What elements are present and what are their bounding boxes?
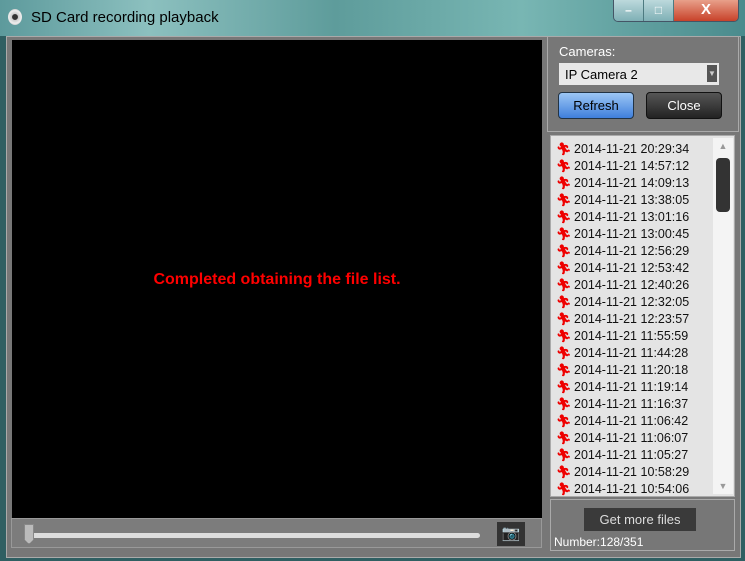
- running-man-icon: 🏃︎: [556, 192, 572, 207]
- file-list-item[interactable]: 🏃︎ 2014-11-21 11:05:27: [556, 446, 688, 463]
- file-list-item[interactable]: 🏃︎ 2014-11-21 12:32:05: [556, 293, 689, 310]
- file-timestamp: 2014-11-21 12:53:42: [574, 260, 690, 275]
- playback-bar: 📷: [11, 518, 542, 548]
- file-list-item[interactable]: 🏃︎ 2014-11-21 10:54:06: [556, 480, 690, 496]
- close-window-button[interactable]: X: [674, 0, 738, 21]
- file-list-item[interactable]: 🏃︎ 2014-11-21 11:06:42: [556, 412, 688, 429]
- title-bar[interactable]: SD Card recording playback – □ X: [0, 0, 745, 36]
- running-man-icon: 🏃︎: [556, 430, 572, 445]
- file-list-item[interactable]: 🏃︎ 2014-11-21 11:16:37: [556, 395, 688, 412]
- file-timestamp: 2014-11-21 13:01:16: [574, 209, 690, 224]
- running-man-icon: 🏃︎: [556, 481, 572, 496]
- file-timestamp: 2014-11-21 12:32:05: [574, 294, 690, 309]
- close-button[interactable]: Close: [646, 92, 722, 119]
- file-timestamp: 2014-11-21 20:29:34: [574, 141, 690, 156]
- running-man-icon: 🏃︎: [556, 294, 572, 309]
- file-list-item[interactable]: 🏃︎ 2014-11-21 11:44:28: [556, 344, 688, 361]
- window-title: SD Card recording playback: [31, 9, 219, 26]
- running-man-icon: 🏃︎: [556, 243, 572, 258]
- running-man-icon: 🏃︎: [556, 209, 572, 224]
- snapshot-camera-icon[interactable]: 📷: [497, 522, 525, 546]
- file-count: Number:128/351: [554, 535, 644, 549]
- running-man-icon: 🏃︎: [556, 311, 572, 326]
- file-list: ▲ ▼ 🏃︎ 2014-11-21 20:29:34 🏃︎ 2014-11-21 14…: [550, 135, 735, 497]
- running-man-icon: 🏃︎: [556, 413, 572, 428]
- file-list-item[interactable]: 🏃︎ 2014-11-21 12:56:29: [556, 242, 689, 259]
- file-timestamp: 2014-11-21 12:23:57: [574, 311, 690, 326]
- file-timestamp: 2014-11-21 11:16:37: [574, 396, 689, 411]
- file-timestamp: 2014-11-21 11:19:14: [574, 379, 689, 394]
- refresh-button[interactable]: Refresh: [558, 92, 634, 119]
- file-timestamp: 2014-11-21 12:40:26: [574, 277, 690, 292]
- camera-select-value: IP Camera 2: [565, 67, 638, 82]
- bottom-panel: Get more files Number:128/351: [550, 499, 735, 551]
- file-list-item[interactable]: 🏃︎ 2014-11-21 11:19:14: [556, 378, 688, 395]
- file-timestamp: 2014-11-21 13:00:45: [574, 226, 690, 241]
- camera-panel: Cameras: IP Camera 2 ▼ Refresh Close: [547, 36, 739, 132]
- file-timestamp: 2014-11-21 11:20:18: [574, 362, 689, 377]
- seek-track[interactable]: [28, 533, 480, 538]
- file-timestamp: 2014-11-21 11:44:28: [574, 345, 689, 360]
- running-man-icon: 🏃︎: [556, 379, 572, 394]
- file-timestamp: 2014-11-21 14:57:12: [574, 158, 690, 173]
- running-man-icon: 🏃︎: [556, 175, 572, 190]
- file-list-item[interactable]: 🏃︎ 2014-11-21 13:00:45: [556, 225, 689, 242]
- file-list-item[interactable]: 🏃︎ 2014-11-21 12:23:57: [556, 310, 689, 327]
- file-list-item[interactable]: 🏃︎ 2014-11-21 14:57:12: [556, 157, 689, 174]
- chevron-down-icon[interactable]: ▼: [707, 65, 717, 82]
- file-timestamp: 2014-11-21 11:06:07: [574, 430, 689, 445]
- file-timestamp: 2014-11-21 12:56:29: [574, 243, 690, 258]
- file-timestamp: 2014-11-21 14:09:13: [574, 175, 690, 190]
- seek-thumb[interactable]: [24, 524, 34, 544]
- file-timestamp: 2014-11-21 10:54:06: [574, 481, 690, 496]
- scroll-thumb[interactable]: [716, 158, 730, 212]
- file-list-item[interactable]: 🏃︎ 2014-11-21 20:29:34: [556, 140, 689, 157]
- running-man-icon: 🏃︎: [556, 464, 572, 479]
- running-man-icon: 🏃︎: [556, 447, 572, 462]
- list-scrollbar[interactable]: ▲ ▼: [713, 138, 733, 494]
- get-more-files-button[interactable]: Get more files: [584, 508, 696, 531]
- file-timestamp: 2014-11-21 11:55:59: [574, 328, 689, 343]
- scroll-down-icon[interactable]: ▼: [713, 478, 733, 494]
- minimize-button[interactable]: –: [614, 0, 644, 21]
- video-display: Completed obtaining the file list.: [12, 40, 542, 518]
- file-timestamp: 2014-11-21 11:05:27: [574, 447, 689, 462]
- file-list-item[interactable]: 🏃︎ 2014-11-21 10:58:29: [556, 463, 689, 480]
- running-man-icon: 🏃︎: [556, 260, 572, 275]
- maximize-button[interactable]: □: [644, 0, 674, 21]
- file-timestamp: 2014-11-21 13:38:05: [574, 192, 690, 207]
- running-man-icon: 🏃︎: [556, 362, 572, 377]
- running-man-icon: 🏃︎: [556, 328, 572, 343]
- camera-select[interactable]: IP Camera 2 ▼: [559, 63, 719, 85]
- scroll-up-icon[interactable]: ▲: [713, 138, 733, 154]
- file-timestamp: 2014-11-21 11:06:42: [574, 413, 689, 428]
- file-list-item[interactable]: 🏃︎ 2014-11-21 13:01:16: [556, 208, 689, 225]
- running-man-icon: 🏃︎: [556, 158, 572, 173]
- file-list-item[interactable]: 🏃︎ 2014-11-21 12:53:42: [556, 259, 689, 276]
- file-list-item[interactable]: 🏃︎ 2014-11-21 11:55:59: [556, 327, 688, 344]
- cameras-label: Cameras:: [559, 44, 616, 59]
- running-man-icon: 🏃︎: [556, 277, 572, 292]
- running-man-icon: 🏃︎: [556, 226, 572, 241]
- file-list-item[interactable]: 🏃︎ 2014-11-21 11:20:18: [556, 361, 688, 378]
- file-list-item[interactable]: 🏃︎ 2014-11-21 13:38:05: [556, 191, 689, 208]
- running-man-icon: 🏃︎: [556, 396, 572, 411]
- file-list-item[interactable]: 🏃︎ 2014-11-21 14:09:13: [556, 174, 689, 191]
- webcam-icon: [8, 9, 22, 25]
- status-message: Completed obtaining the file list.: [153, 271, 401, 288]
- file-list-item[interactable]: 🏃︎ 2014-11-21 12:40:26: [556, 276, 689, 293]
- file-timestamp: 2014-11-21 10:58:29: [574, 464, 690, 479]
- running-man-icon: 🏃︎: [556, 345, 572, 360]
- file-list-item[interactable]: 🏃︎ 2014-11-21 11:06:07: [556, 429, 688, 446]
- running-man-icon: 🏃︎: [556, 141, 572, 156]
